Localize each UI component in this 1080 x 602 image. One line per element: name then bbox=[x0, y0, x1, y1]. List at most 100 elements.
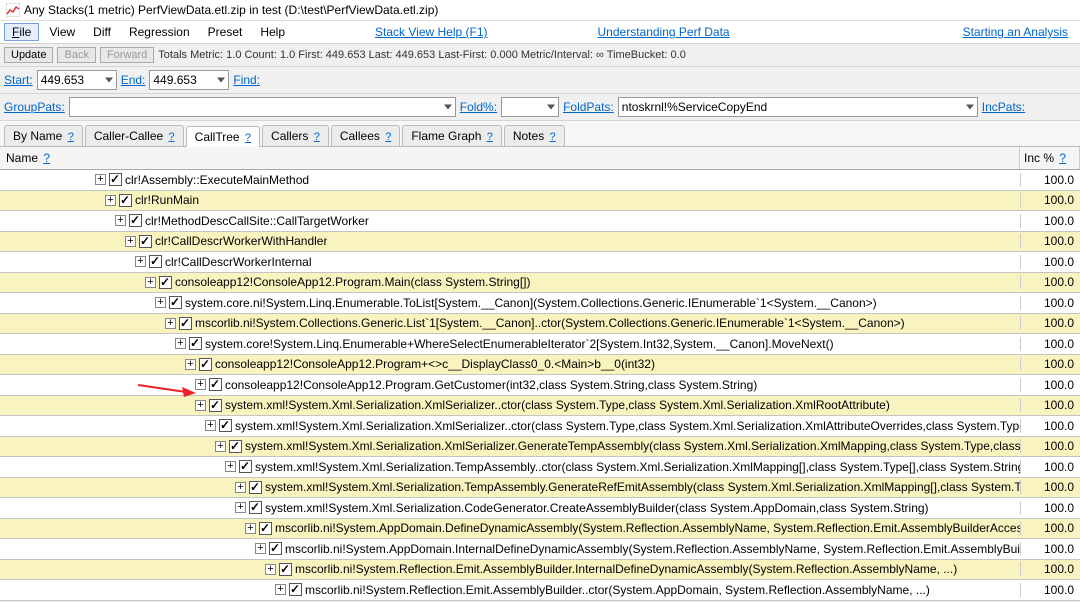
node-checkbox[interactable] bbox=[249, 481, 262, 494]
node-checkbox[interactable] bbox=[109, 173, 122, 186]
node-checkbox[interactable] bbox=[209, 399, 222, 412]
back-button[interactable]: Back bbox=[57, 47, 95, 63]
tree-node[interactable]: +system.xml!System.Xml.Serialization.Tem… bbox=[0, 480, 1020, 494]
find-label[interactable]: Find: bbox=[233, 73, 260, 87]
menu-preset[interactable]: Preset bbox=[200, 23, 251, 41]
expander-icon[interactable]: + bbox=[185, 359, 196, 370]
node-checkbox[interactable] bbox=[209, 378, 222, 391]
node-checkbox[interactable] bbox=[129, 214, 142, 227]
tab-flame-graph[interactable]: Flame Graph ? bbox=[402, 125, 502, 146]
fold-input[interactable] bbox=[501, 97, 559, 117]
tree-node[interactable]: +system.xml!System.Xml.Serialization.Xml… bbox=[0, 398, 1020, 412]
node-checkbox[interactable] bbox=[169, 296, 182, 309]
node-checkbox[interactable] bbox=[119, 194, 132, 207]
tree-node[interactable]: +mscorlib.ni!System.AppDomain.DefineDyna… bbox=[0, 521, 1020, 535]
menu-diff[interactable]: Diff bbox=[85, 23, 119, 41]
tab-calltree[interactable]: CallTree ? bbox=[186, 126, 260, 147]
expander-icon[interactable]: + bbox=[105, 195, 116, 206]
table-row[interactable]: +mscorlib.ni!System.Collections.Generic.… bbox=[0, 314, 1080, 335]
expander-icon[interactable]: + bbox=[255, 543, 266, 554]
tree-node[interactable]: +consoleapp12!ConsoleApp12.Program.Main(… bbox=[0, 275, 1020, 289]
node-checkbox[interactable] bbox=[219, 419, 232, 432]
node-checkbox[interactable] bbox=[269, 542, 282, 555]
node-checkbox[interactable] bbox=[239, 460, 252, 473]
col-name[interactable]: Name ? bbox=[0, 147, 1020, 169]
tree-node[interactable]: +clr!Assembly::ExecuteMainMethod bbox=[0, 173, 1020, 187]
expander-icon[interactable]: + bbox=[95, 174, 106, 185]
expander-icon[interactable]: + bbox=[265, 564, 276, 575]
menu-view[interactable]: View bbox=[41, 23, 83, 41]
table-row[interactable]: +system.xml!System.Xml.Serialization.Cod… bbox=[0, 498, 1080, 519]
tree-node[interactable]: +mscorlib.ni!System.AppDomain.InternalDe… bbox=[0, 542, 1020, 556]
node-checkbox[interactable] bbox=[249, 501, 262, 514]
node-checkbox[interactable] bbox=[149, 255, 162, 268]
expander-icon[interactable]: + bbox=[235, 482, 246, 493]
expander-icon[interactable]: + bbox=[195, 400, 206, 411]
tree-node[interactable]: +system.core.ni!System.Linq.Enumerable.T… bbox=[0, 296, 1020, 310]
node-checkbox[interactable] bbox=[139, 235, 152, 248]
menu-regression[interactable]: Regression bbox=[121, 23, 198, 41]
tab-callees[interactable]: Callees ? bbox=[331, 125, 401, 146]
end-label[interactable]: End: bbox=[121, 73, 146, 87]
table-row[interactable]: +clr!CallDescrWorkerWithHandler100.0 bbox=[0, 232, 1080, 253]
node-checkbox[interactable] bbox=[199, 358, 212, 371]
tree-node[interactable]: +mscorlib.ni!System.Reflection.Emit.Asse… bbox=[0, 583, 1020, 597]
fold-label[interactable]: Fold%: bbox=[460, 100, 497, 114]
tab-byname[interactable]: By Name ? bbox=[4, 125, 83, 146]
tree-node[interactable]: +system.xml!System.Xml.Serialization.Cod… bbox=[0, 501, 1020, 515]
tree-node[interactable]: +mscorlib.ni!System.Collections.Generic.… bbox=[0, 316, 1020, 330]
menu-help[interactable]: Help bbox=[252, 23, 293, 41]
grouppats-label[interactable]: GroupPats: bbox=[4, 100, 65, 114]
table-row[interactable]: +system.xml!System.Xml.Serialization.Xml… bbox=[0, 396, 1080, 417]
expander-icon[interactable]: + bbox=[175, 338, 186, 349]
expander-icon[interactable]: + bbox=[135, 256, 146, 267]
table-row[interactable]: +clr!Assembly::ExecuteMainMethod100.0 bbox=[0, 170, 1080, 191]
expander-icon[interactable]: + bbox=[235, 502, 246, 513]
tree-node[interactable]: +system.xml!System.Xml.Serialization.Xml… bbox=[0, 439, 1020, 453]
table-row[interactable]: +system.xml!System.Xml.Serialization.Tem… bbox=[0, 457, 1080, 478]
table-row[interactable]: +clr!RunMain100.0 bbox=[0, 191, 1080, 212]
grouppats-input[interactable] bbox=[69, 97, 456, 117]
expander-icon[interactable]: + bbox=[155, 297, 166, 308]
table-row[interactable]: +consoleapp12!ConsoleApp12.Program+<>c__… bbox=[0, 355, 1080, 376]
expander-icon[interactable]: + bbox=[215, 441, 226, 452]
expander-icon[interactable]: + bbox=[145, 277, 156, 288]
table-row[interactable]: +system.core!System.Linq.Enumerable+Wher… bbox=[0, 334, 1080, 355]
table-row[interactable]: +mscorlib.ni!System.AppDomain.DefineDyna… bbox=[0, 519, 1080, 540]
expander-icon[interactable]: + bbox=[125, 236, 136, 247]
tree-node[interactable]: +system.core!System.Linq.Enumerable+Wher… bbox=[0, 337, 1020, 351]
table-row[interactable]: +system.xml!System.Xml.Serialization.Xml… bbox=[0, 437, 1080, 458]
table-row[interactable]: +mscorlib.ni!System.Reflection.Emit.Asse… bbox=[0, 560, 1080, 581]
incpats-label[interactable]: IncPats: bbox=[982, 100, 1025, 114]
tree-node[interactable]: +clr!CallDescrWorkerWithHandler bbox=[0, 234, 1020, 248]
tab-callers[interactable]: Callers ? bbox=[262, 125, 329, 146]
node-checkbox[interactable] bbox=[179, 317, 192, 330]
tree-node[interactable]: +mscorlib.ni!System.Reflection.Emit.Asse… bbox=[0, 562, 1020, 576]
end-input[interactable] bbox=[149, 70, 229, 90]
link-stack-view-help[interactable]: Stack View Help (F1) bbox=[367, 23, 495, 41]
foldpats-label[interactable]: FoldPats: bbox=[563, 100, 614, 114]
link-starting-analysis[interactable]: Starting an Analysis bbox=[955, 23, 1076, 41]
foldpats-input[interactable] bbox=[618, 97, 978, 117]
tree-node[interactable]: +clr!CallDescrWorkerInternal bbox=[0, 255, 1020, 269]
table-row[interactable]: +system.core.ni!System.Linq.Enumerable.T… bbox=[0, 293, 1080, 314]
expander-icon[interactable]: + bbox=[115, 215, 126, 226]
start-label[interactable]: Start: bbox=[4, 73, 33, 87]
update-button[interactable]: Update bbox=[4, 47, 53, 63]
tree-node[interactable]: +consoleapp12!ConsoleApp12.Program.GetCu… bbox=[0, 378, 1020, 392]
start-input[interactable] bbox=[37, 70, 117, 90]
tree-node[interactable]: +system.xml!System.Xml.Serialization.Tem… bbox=[0, 460, 1020, 474]
table-row[interactable]: +clr!MethodDescCallSite::CallTargetWorke… bbox=[0, 211, 1080, 232]
tree-node[interactable]: +system.xml!System.Xml.Serialization.Xml… bbox=[0, 419, 1020, 433]
tree-node[interactable]: +clr!RunMain bbox=[0, 193, 1020, 207]
table-row[interactable]: +consoleapp12!ConsoleApp12.Program.GetCu… bbox=[0, 375, 1080, 396]
expander-icon[interactable]: + bbox=[205, 420, 216, 431]
node-checkbox[interactable] bbox=[229, 440, 242, 453]
table-row[interactable]: +system.xml!System.Xml.Serialization.Xml… bbox=[0, 416, 1080, 437]
forward-button[interactable]: Forward bbox=[100, 47, 154, 63]
menu-file[interactable]: File bbox=[4, 23, 39, 41]
expander-icon[interactable]: + bbox=[245, 523, 256, 534]
node-checkbox[interactable] bbox=[159, 276, 172, 289]
table-row[interactable]: +consoleapp12!ConsoleApp12.Program.Main(… bbox=[0, 273, 1080, 294]
expander-icon[interactable]: + bbox=[165, 318, 176, 329]
